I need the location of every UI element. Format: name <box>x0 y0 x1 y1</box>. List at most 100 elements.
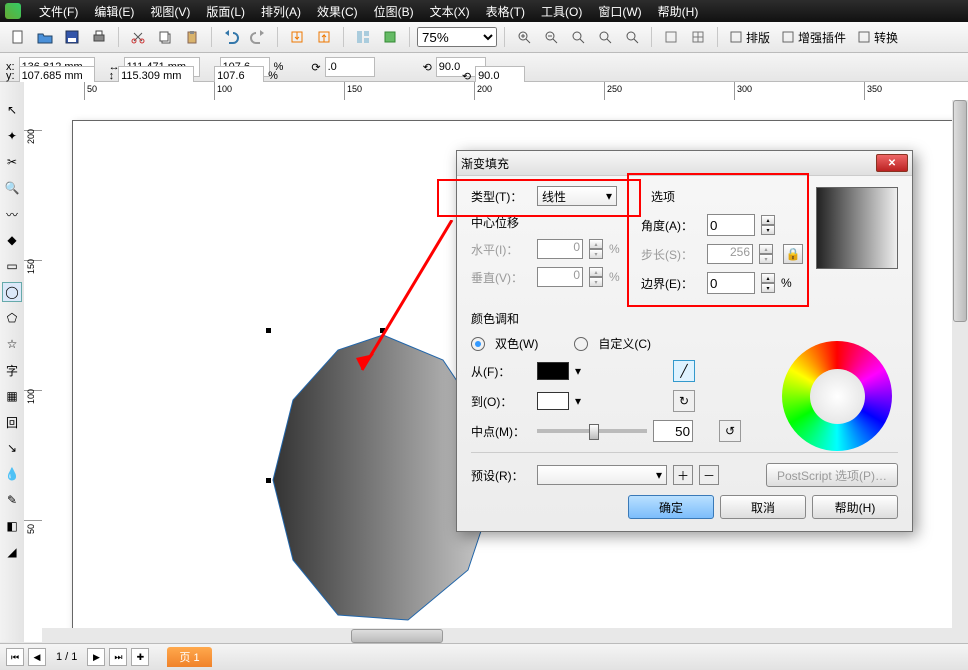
gradient-preview <box>816 187 898 269</box>
connector-tool[interactable]: ↘ <box>2 438 22 458</box>
menu-item[interactable]: 排列(A) <box>253 1 309 22</box>
glyph2-icon: ⟲ <box>462 70 471 83</box>
page-tab[interactable]: 页 1 <box>167 647 211 667</box>
zoom-combo[interactable]: 75% <box>417 27 497 47</box>
menu-item[interactable]: 视图(V) <box>142 1 198 22</box>
toolbox: ↖ ✦ ✂ 🔍 〰 ◆ ▭ ◯ ⬠ ☆ 字 ▦ 回 ↘ 💧 ✎ ◧ ◢ <box>0 82 25 642</box>
horiz-input: 0 <box>537 239 583 259</box>
snap-icon[interactable] <box>659 25 683 49</box>
crop-tool[interactable]: ✂ <box>2 152 22 172</box>
freehand-tool[interactable]: 〰 <box>2 204 22 224</box>
smart-fill-tool[interactable]: ◆ <box>2 230 22 250</box>
toolbar-button[interactable]: 转换 <box>853 29 902 46</box>
path-ccw-icon[interactable]: ↺ <box>719 420 741 442</box>
close-icon[interactable]: ✕ <box>876 154 908 172</box>
from-color-swatch[interactable] <box>537 362 569 380</box>
menu-item[interactable]: 工具(O) <box>533 1 590 22</box>
mid-input[interactable] <box>653 420 693 442</box>
vert-input: 0 <box>537 267 583 287</box>
table-tool[interactable]: ▦ <box>2 386 22 406</box>
custom-radio[interactable] <box>574 337 588 351</box>
menu-item[interactable]: 窗口(W) <box>590 1 649 22</box>
basic-shapes-tool[interactable]: ☆ <box>2 334 22 354</box>
pick-tool[interactable]: ↖ <box>2 100 22 120</box>
preset-label: 预设(R)： <box>471 467 531 484</box>
menu-item[interactable]: 帮助(H) <box>650 1 707 22</box>
zoom-out-icon[interactable] <box>539 25 563 49</box>
menu-item[interactable]: 版面(L) <box>198 1 253 22</box>
zoom-page-icon[interactable] <box>566 25 590 49</box>
mid-label: 中点(M)： <box>471 423 531 440</box>
to-color-swatch[interactable] <box>537 392 569 410</box>
ellipse-tool[interactable]: ◯ <box>2 282 22 302</box>
first-page-button[interactable]: ⏮ <box>6 648 24 666</box>
page-count: 1 / 1 <box>50 651 83 663</box>
scrollbar-vertical[interactable] <box>952 100 968 628</box>
rectangle-tool[interactable]: ▭ <box>2 256 22 276</box>
shape-tool[interactable]: ✦ <box>2 126 22 146</box>
preset-combo[interactable]: ▾ <box>537 465 667 485</box>
interactive-fill-tool[interactable]: ◢ <box>2 542 22 562</box>
add-page-button[interactable]: ✚ <box>131 648 149 666</box>
menu-item[interactable]: 表格(T) <box>478 1 533 22</box>
toolbar-button[interactable]: 增强插件 <box>777 29 850 46</box>
main-toolbar: 75% 排版增强插件转换 <box>0 22 968 53</box>
layout-icon[interactable] <box>351 25 375 49</box>
menu-item[interactable]: 编辑(E) <box>86 1 142 22</box>
ruler-vertical: 20015010050 <box>24 100 43 642</box>
last-page-button[interactable]: ⏭ <box>109 648 127 666</box>
zoom-in-icon[interactable] <box>512 25 536 49</box>
eyedropper-tool[interactable]: 💧 <box>2 464 22 484</box>
dimension-tool[interactable]: 回 <box>2 412 22 432</box>
next-page-button[interactable]: ▶ <box>87 648 105 666</box>
launch-icon[interactable] <box>378 25 402 49</box>
menu-bar: 文件(F)编辑(E)视图(V)版面(L)排列(A)效果(C)位图(B)文本(X)… <box>0 0 968 22</box>
annotation-box-1 <box>437 179 641 217</box>
gradient-fill-dialog: 渐变填充 ✕ 类型(T)： 线性▾ 选项 中心位移 水平(I)： 0 ▴▾ % … <box>456 150 913 532</box>
menu-item[interactable]: 位图(B) <box>366 1 422 22</box>
ruler-horizontal: 50100150200250300350 <box>24 82 968 101</box>
undo-icon[interactable] <box>219 25 243 49</box>
postscript-button: PostScript 选项(P)… <box>766 463 898 487</box>
mid-slider[interactable] <box>537 429 647 433</box>
scrollbar-horizontal[interactable] <box>42 628 952 644</box>
save-icon[interactable] <box>60 25 84 49</box>
app-logo <box>5 3 21 19</box>
paste-icon[interactable] <box>180 25 204 49</box>
zoom-fit-icon[interactable] <box>593 25 617 49</box>
redo-icon[interactable] <box>246 25 270 49</box>
vert-label: 垂直(V)： <box>471 269 531 286</box>
preset-add-button[interactable]: ＋ <box>673 465 693 485</box>
export-icon[interactable] <box>312 25 336 49</box>
zoom-tool[interactable]: 🔍 <box>2 178 22 198</box>
fill-tool[interactable]: ◧ <box>2 516 22 536</box>
new-icon[interactable] <box>6 25 30 49</box>
open-icon[interactable] <box>33 25 57 49</box>
preset-remove-button[interactable]: － <box>699 465 719 485</box>
help-button[interactable]: 帮助(H) <box>812 495 898 519</box>
print-icon[interactable] <box>87 25 111 49</box>
cancel-button[interactable]: 取消 <box>720 495 806 519</box>
to-label: 到(O)： <box>471 393 531 410</box>
color-wheel[interactable] <box>782 341 892 451</box>
path-straight-icon[interactable]: ╱ <box>673 360 695 382</box>
cut-icon[interactable] <box>126 25 150 49</box>
menu-item[interactable]: 文本(X) <box>422 1 478 22</box>
horiz-spinner: ▴▾ <box>589 239 603 259</box>
path-cw-icon[interactable]: ↻ <box>673 390 695 412</box>
outline-tool[interactable]: ✎ <box>2 490 22 510</box>
grid-icon[interactable] <box>686 25 710 49</box>
text-tool[interactable]: 字 <box>2 360 22 380</box>
ok-button[interactable]: 确定 <box>628 495 714 519</box>
menu-item[interactable]: 效果(C) <box>309 1 366 22</box>
import-icon[interactable] <box>285 25 309 49</box>
polygon-tool[interactable]: ⬠ <box>2 308 22 328</box>
toolbar-button[interactable]: 排版 <box>725 29 774 46</box>
zoom-all-icon[interactable] <box>620 25 644 49</box>
prev-page-button[interactable]: ◀ <box>28 648 46 666</box>
y-label: y: <box>6 70 15 82</box>
two-color-radio[interactable] <box>471 337 485 351</box>
menu-item[interactable]: 文件(F) <box>31 1 86 22</box>
copy-icon[interactable] <box>153 25 177 49</box>
h-icon: ↕ <box>109 70 115 82</box>
